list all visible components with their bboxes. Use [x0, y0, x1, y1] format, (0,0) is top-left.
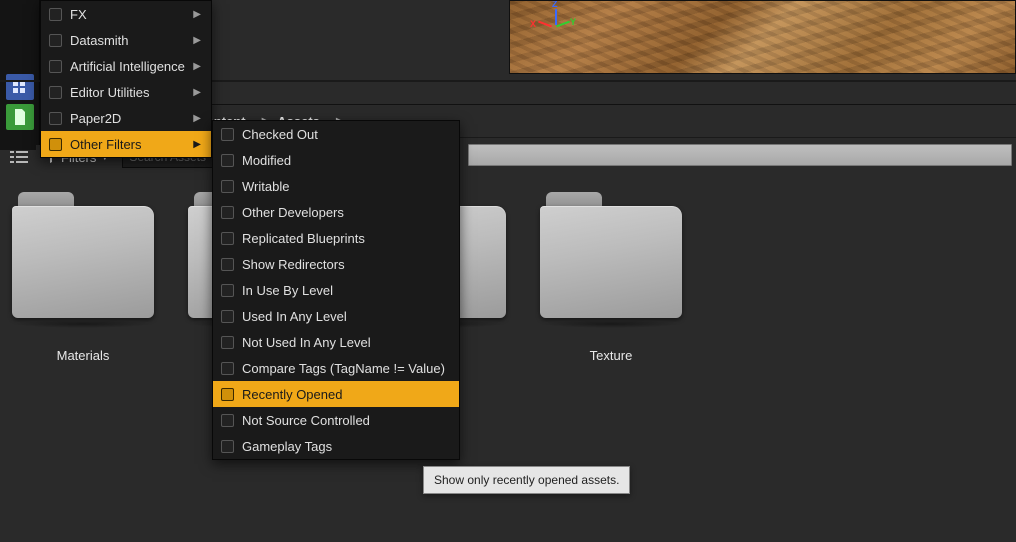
chevron-right-icon: ▶	[193, 9, 201, 20]
checkbox-icon	[221, 154, 234, 167]
filter-menu-item-fx[interactable]: FX ▶	[41, 1, 211, 27]
checkbox-icon	[49, 60, 62, 73]
folder-icon	[8, 186, 158, 326]
list-icon	[10, 150, 28, 164]
tooltip: Show only recently opened assets.	[423, 466, 630, 494]
submenu-item-used-in-any-level[interactable]: Used In Any Level	[213, 303, 459, 329]
axis-x-label: X	[530, 19, 536, 29]
filter-menu-item-editor-utilities[interactable]: Editor Utilities ▶	[41, 79, 211, 105]
submenu-item-writable[interactable]: Writable	[213, 173, 459, 199]
submenu-item-recently-opened[interactable]: Recently Opened	[213, 381, 459, 407]
submenu-item-in-use-by-level[interactable]: In Use By Level	[213, 277, 459, 303]
checkbox-icon	[221, 414, 234, 427]
filter-menu-item-datasmith[interactable]: Datasmith ▶	[41, 27, 211, 53]
chevron-right-icon: ▶	[193, 61, 201, 72]
asset-folder-materials[interactable]: Materials	[8, 186, 158, 534]
checkbox-icon	[221, 362, 234, 375]
axis-z-label: Z	[552, 0, 558, 9]
asset-label: Materials	[57, 348, 110, 363]
chevron-right-icon: ▶	[193, 87, 201, 98]
submenu-item-not-source-controlled[interactable]: Not Source Controlled	[213, 407, 459, 433]
asset-label: Texture	[590, 348, 633, 363]
folder-icon	[536, 186, 686, 326]
other-filters-submenu: Checked Out Modified Writable Other Deve…	[212, 120, 460, 460]
submenu-item-modified[interactable]: Modified	[213, 147, 459, 173]
checkbox-icon	[221, 284, 234, 297]
submenu-item-show-redirectors[interactable]: Show Redirectors	[213, 251, 459, 277]
left-tool-strip	[0, 0, 40, 150]
chevron-right-icon: ▶	[193, 139, 201, 150]
checkbox-icon	[49, 8, 62, 21]
checkbox-icon	[49, 34, 62, 47]
filter-menu-item-other-filters[interactable]: Other Filters ▶	[41, 131, 211, 157]
submenu-item-replicated-blueprints[interactable]: Replicated Blueprints	[213, 225, 459, 251]
axis-gizmo[interactable]: Z X Y	[530, 1, 580, 41]
axis-y-label: Y	[570, 17, 576, 27]
view-options-button[interactable]	[6, 144, 32, 170]
checkbox-icon	[221, 336, 234, 349]
checkbox-icon	[221, 440, 234, 453]
filter-menu-item-paper2d[interactable]: Paper2D ▶	[41, 105, 211, 131]
checkbox-icon	[49, 138, 62, 151]
checkbox-icon	[221, 310, 234, 323]
checkbox-icon	[49, 112, 62, 125]
checkbox-icon	[221, 258, 234, 271]
submenu-item-checked-out[interactable]: Checked Out	[213, 121, 459, 147]
submenu-item-other-developers[interactable]: Other Developers	[213, 199, 459, 225]
chevron-right-icon: ▶	[193, 35, 201, 46]
checkbox-icon	[221, 180, 234, 193]
chevron-right-icon: ▶	[193, 113, 201, 124]
submenu-item-gameplay-tags[interactable]: Gameplay Tags	[213, 433, 459, 459]
filters-menu: FX ▶ Datasmith ▶ Artificial Intelligence…	[40, 0, 212, 158]
path-bar[interactable]	[468, 144, 1012, 166]
checkbox-icon	[221, 232, 234, 245]
add-new-button[interactable]	[6, 104, 34, 130]
checkbox-icon	[221, 388, 234, 401]
viewport-preview[interactable]: Z X Y	[509, 0, 1016, 74]
submenu-item-not-used-in-any-level[interactable]: Not Used In Any Level	[213, 329, 459, 355]
checkbox-icon	[221, 206, 234, 219]
modes-button[interactable]	[6, 74, 34, 100]
checkbox-icon	[49, 86, 62, 99]
checkbox-icon	[221, 128, 234, 141]
filter-menu-item-ai[interactable]: Artificial Intelligence ▶	[41, 53, 211, 79]
submenu-item-compare-tags[interactable]: Compare Tags (TagName != Value)	[213, 355, 459, 381]
